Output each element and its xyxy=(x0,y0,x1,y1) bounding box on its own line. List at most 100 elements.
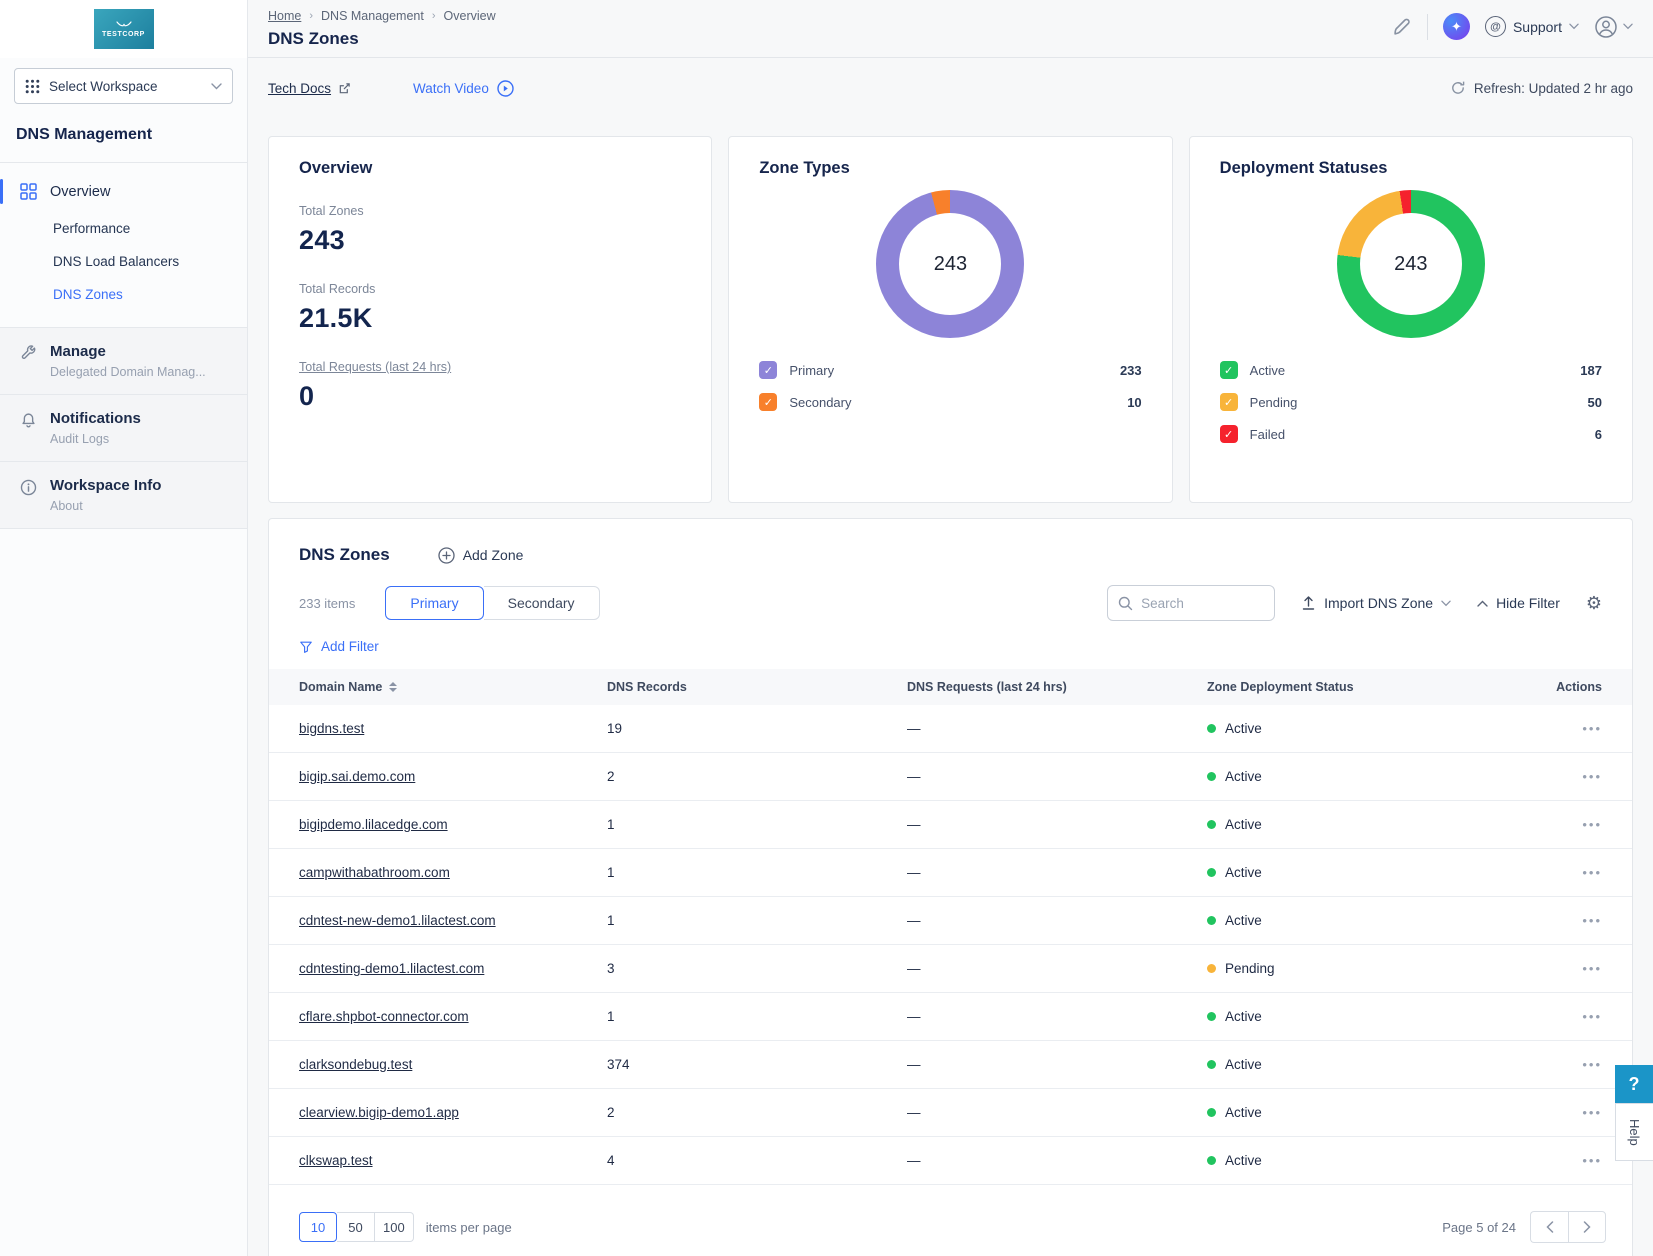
sidebar-item-dns-zones[interactable]: DNS Zones xyxy=(53,278,247,311)
sort-icon[interactable] xyxy=(389,682,397,692)
breadcrumb-home[interactable]: Home xyxy=(268,9,301,23)
table-row: bigdns.test 19 — Active ••• xyxy=(269,705,1632,753)
gear-icon[interactable]: ⚙ xyxy=(1586,594,1602,612)
logo-strip: TESTCORP xyxy=(0,0,247,58)
workspace-selector[interactable]: Select Workspace xyxy=(14,68,233,104)
refresh-button[interactable]: Refresh: Updated 2 hr ago xyxy=(1450,80,1633,96)
zone-type-tabs: Primary Secondary xyxy=(385,586,599,620)
stat-label-link[interactable]: Total Requests (last 24 hrs) xyxy=(299,360,681,374)
ai-assistant-badge[interactable]: ✦ xyxy=(1443,13,1470,40)
tab-primary[interactable]: Primary xyxy=(385,586,483,620)
tab-secondary[interactable]: Secondary xyxy=(484,586,600,620)
breadcrumb-overview: Overview xyxy=(444,9,496,23)
search-input[interactable] xyxy=(1141,596,1264,611)
legend-checkbox[interactable]: ✓ xyxy=(759,361,777,379)
legend-checkbox[interactable]: ✓ xyxy=(1220,393,1238,411)
watch-video-link[interactable]: Watch Video xyxy=(413,80,514,97)
sidebar-subnav: Performance DNS Load Balancers DNS Zones xyxy=(0,212,247,311)
zone-types-legend: ✓ Primary 233 ✓ Secondary 10 xyxy=(759,354,1141,418)
domain-link[interactable]: cflare.shpbot-connector.com xyxy=(299,1009,469,1024)
sidebar-item-manage[interactable]: Manage Delegated Domain Manag... xyxy=(0,327,247,394)
donut-center-total: 243 xyxy=(1360,213,1462,315)
table-row: bigipdemo.lilacedge.com 1 — Active ••• xyxy=(269,801,1632,849)
add-zone-button[interactable]: Add Zone xyxy=(438,547,524,564)
column-header-domain-name[interactable]: Domain Name xyxy=(299,680,607,694)
add-filter-button[interactable]: Add Filter xyxy=(269,639,1632,654)
legend-label: Active xyxy=(1250,363,1569,378)
hide-filter-button[interactable]: Hide Filter xyxy=(1477,595,1560,611)
stat-label: Total Zones xyxy=(299,204,681,218)
status-label: Active xyxy=(1225,1057,1262,1072)
row-actions-button[interactable]: ••• xyxy=(1582,770,1602,783)
zone-deployment-status: Active xyxy=(1207,1009,1537,1024)
domain-link[interactable]: bigipdemo.lilacedge.com xyxy=(299,817,448,832)
help-tab[interactable]: Help xyxy=(1615,1103,1653,1161)
sidebar-item-performance[interactable]: Performance xyxy=(53,212,247,245)
sidebar-item-overview[interactable]: Overview xyxy=(0,169,247,212)
status-label: Active xyxy=(1225,1009,1262,1024)
dns-requests-value: — xyxy=(907,721,1207,736)
domain-link[interactable]: clearview.bigip-demo1.app xyxy=(299,1105,459,1120)
legend-checkbox[interactable]: ✓ xyxy=(759,393,777,411)
sidebar-item-notifications[interactable]: Notifications Audit Logs xyxy=(0,394,247,461)
items-count: 233 items xyxy=(299,596,355,611)
dns-requests-value: — xyxy=(907,1057,1207,1072)
sidebar-title: DNS Management xyxy=(0,116,247,162)
legend-checkbox[interactable]: ✓ xyxy=(1220,425,1238,443)
actions-cell: ••• xyxy=(1537,1057,1602,1072)
support-menu[interactable]: @ Support xyxy=(1485,16,1579,37)
page-size-100[interactable]: 100 xyxy=(375,1212,414,1242)
dns-requests-value: — xyxy=(907,913,1207,928)
table-row: clearview.bigip-demo1.app 2 — Active ••• xyxy=(269,1089,1632,1137)
domain-link[interactable]: clkswap.test xyxy=(299,1153,373,1168)
zone-deployment-status: Active xyxy=(1207,817,1537,832)
import-dns-zone-button[interactable]: Import DNS Zone xyxy=(1301,595,1451,611)
plus-circle-icon xyxy=(438,547,455,564)
chevron-down-icon xyxy=(1569,23,1579,30)
row-actions-button[interactable]: ••• xyxy=(1582,1106,1602,1119)
help-question-badge[interactable]: ? xyxy=(1615,1065,1653,1103)
bell-icon xyxy=(20,412,37,429)
row-actions-button[interactable]: ••• xyxy=(1582,722,1602,735)
row-actions-button[interactable]: ••• xyxy=(1582,914,1602,927)
column-header-actions: Actions xyxy=(1537,680,1602,694)
legend-label: Secondary xyxy=(789,395,1115,410)
dns-requests-value: — xyxy=(907,1009,1207,1024)
page-indicator: Page 5 of 24 xyxy=(1442,1220,1516,1235)
row-actions-button[interactable]: ••• xyxy=(1582,1154,1602,1167)
wings-icon xyxy=(116,21,132,29)
row-actions-button[interactable]: ••• xyxy=(1582,818,1602,831)
row-actions-button[interactable]: ••• xyxy=(1582,1058,1602,1071)
zone-deployment-status: Active xyxy=(1207,865,1537,880)
page-size-50[interactable]: 50 xyxy=(337,1212,375,1242)
row-actions-button[interactable]: ••• xyxy=(1582,1010,1602,1023)
chevron-down-icon xyxy=(1623,23,1633,30)
row-actions-button[interactable]: ••• xyxy=(1582,962,1602,975)
page-size-10[interactable]: 10 xyxy=(299,1212,337,1242)
sidebar-item-dns-load-balancers[interactable]: DNS Load Balancers xyxy=(53,245,247,278)
paintbrush-icon[interactable] xyxy=(1392,17,1412,37)
sidebar-item-workspace-info[interactable]: Workspace Info About xyxy=(0,461,247,529)
domain-link[interactable]: campwithabathroom.com xyxy=(299,865,450,880)
table-row: campwithabathroom.com 1 — Active ••• xyxy=(269,849,1632,897)
deployment-statuses-donut-chart: 243 xyxy=(1337,190,1485,338)
domain-link[interactable]: bigip.sai.demo.com xyxy=(299,769,415,784)
domain-link[interactable]: cdntesting-demo1.lilactest.com xyxy=(299,961,484,976)
user-menu[interactable] xyxy=(1594,15,1633,39)
company-logo[interactable]: TESTCORP xyxy=(94,9,154,49)
tech-docs-label: Tech Docs xyxy=(268,81,331,96)
dns-requests-value: — xyxy=(907,1153,1207,1168)
legend-checkbox[interactable]: ✓ xyxy=(1220,361,1238,379)
tech-docs-link[interactable]: Tech Docs xyxy=(268,81,351,96)
next-page-button[interactable] xyxy=(1568,1211,1606,1243)
domain-link[interactable]: clarksondebug.test xyxy=(299,1057,412,1072)
row-actions-button[interactable]: ••• xyxy=(1582,866,1602,879)
watch-video-label: Watch Video xyxy=(413,81,489,96)
domain-link[interactable]: cdntest-new-demo1.lilactest.com xyxy=(299,913,496,928)
sidebar-item-sublabel: Delegated Domain Manag... xyxy=(50,365,206,379)
dns-records-value: 2 xyxy=(607,1105,907,1120)
column-header-dns-requests: DNS Requests (last 24 hrs) xyxy=(907,680,1207,694)
domain-link[interactable]: bigdns.test xyxy=(299,721,364,736)
previous-page-button[interactable] xyxy=(1530,1211,1568,1243)
dns-requests-value: — xyxy=(907,1105,1207,1120)
